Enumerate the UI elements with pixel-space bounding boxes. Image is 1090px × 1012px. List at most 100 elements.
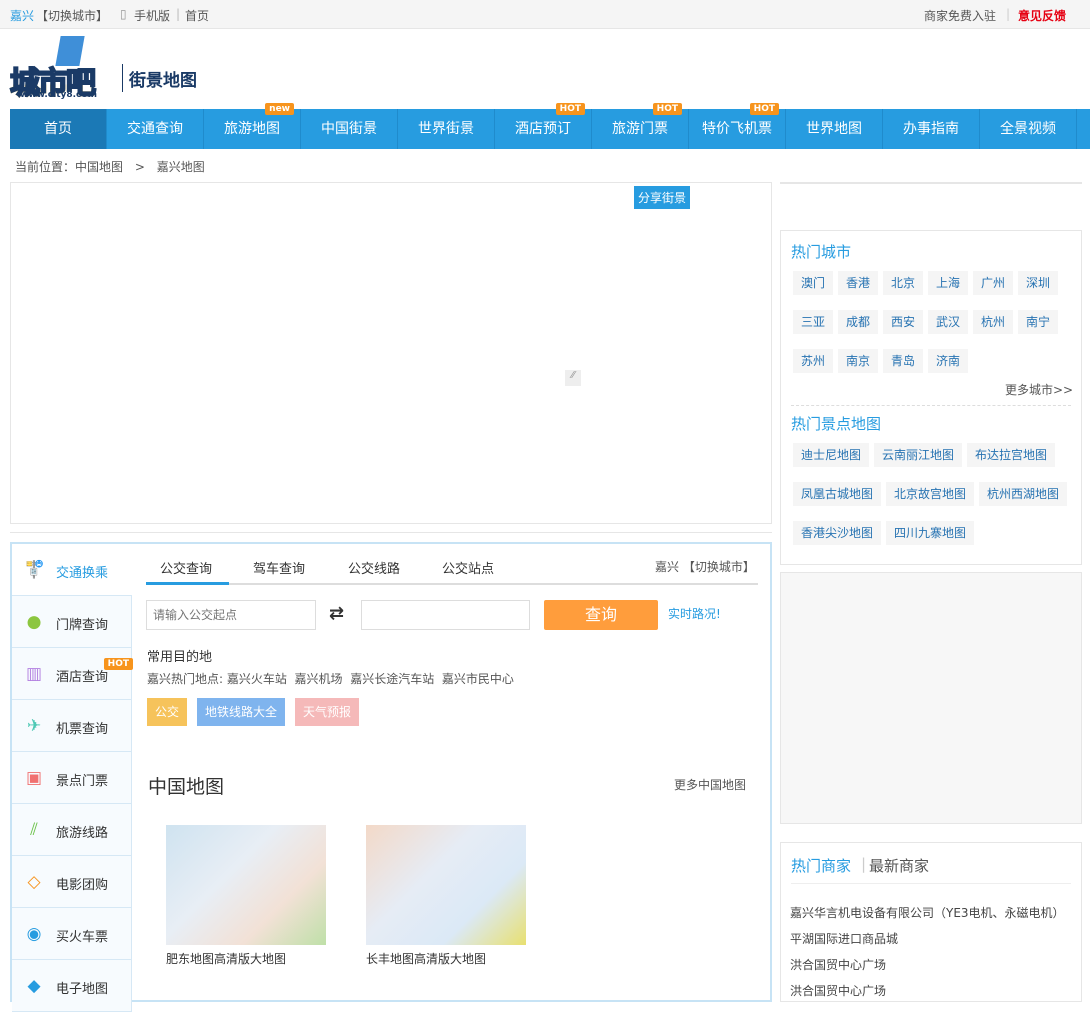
nav-item[interactable]: 旅游地图 new: [204, 103, 301, 149]
side-item[interactable]: ◉ 买火车票: [12, 908, 132, 960]
divider: |: [861, 855, 867, 873]
panel-city-switch[interactable]: 嘉兴 【切换城市】: [655, 558, 755, 575]
hot-city-link[interactable]: 深圳: [1018, 271, 1059, 295]
side-item[interactable]: ✈ 机票查询: [12, 700, 132, 752]
hot-merchants-tab[interactable]: 热门商家: [791, 855, 851, 876]
resize-handle-icon[interactable]: ⁄⁄: [565, 370, 581, 386]
train-icon: ◉: [26, 924, 42, 944]
hot-city-link[interactable]: 上海: [928, 271, 969, 295]
side-item[interactable]: ◇ 电影团购: [12, 856, 132, 908]
hot-spot-link[interactable]: 迪士尼地图: [793, 443, 870, 467]
map-thumbnail-caption[interactable]: 肥东地图高清版大地图: [166, 950, 286, 967]
nav-item[interactable]: 全景视频: [980, 109, 1077, 149]
map-thumbnail[interactable]: [366, 825, 526, 945]
hot-city-link[interactable]: 杭州: [973, 310, 1014, 334]
street-view-map[interactable]: [10, 182, 772, 524]
hot-spot-link[interactable]: 云南丽江地图: [874, 443, 963, 467]
side-item-label: 酒店查询: [56, 670, 109, 685]
breadcrumb-china[interactable]: 中国地图: [75, 160, 123, 174]
hot-spot-link[interactable]: 凤凰古城地图: [793, 482, 882, 506]
side-item[interactable]: 🚏 交通换乘: [12, 544, 132, 596]
bus-quick-button[interactable]: 公交: [147, 698, 188, 726]
share-streetview-button[interactable]: 分享街景: [634, 186, 691, 209]
bus-start-input[interactable]: [146, 600, 316, 630]
hot-spot-link[interactable]: 四川九寨地图: [886, 521, 975, 545]
panel-city: 嘉兴: [655, 560, 680, 574]
side-item[interactable]: ▣ 景点门票: [12, 752, 132, 804]
current-city[interactable]: 嘉兴: [10, 7, 34, 24]
map-thumbnail-caption[interactable]: 长丰地图高清版大地图: [366, 950, 486, 967]
hot-place-link[interactable]: 嘉兴机场: [295, 672, 343, 686]
ad-panel: [780, 572, 1082, 824]
query-tab[interactable]: 驾车查询: [253, 558, 305, 577]
hot-city-link[interactable]: 澳门: [793, 271, 834, 295]
query-tab[interactable]: 公交站点: [442, 558, 494, 577]
hot-city-link[interactable]: 武汉: [928, 310, 969, 334]
new-merchants-tab[interactable]: 最新商家: [869, 855, 929, 876]
hot-city-link[interactable]: 南京: [838, 349, 879, 373]
hot-city-link[interactable]: 北京: [883, 271, 924, 295]
query-button[interactable]: 查询: [544, 600, 658, 630]
divider: [780, 182, 1082, 184]
map-thumbnail[interactable]: [166, 825, 326, 945]
tab-underline: [146, 583, 758, 585]
hot-city-link[interactable]: 西安: [883, 310, 924, 334]
side-item[interactable]: ▥ 酒店查询 HOT: [12, 648, 133, 700]
nav-item[interactable]: 办事指南: [883, 109, 980, 149]
nav-item[interactable]: 交通查询: [107, 109, 204, 149]
nav-item[interactable]: 世界地图: [786, 109, 883, 149]
divider: [10, 532, 772, 533]
hot-city-link[interactable]: 苏州: [793, 349, 834, 373]
plane-icon: ✈: [26, 716, 42, 736]
side-item-label: 电影团购: [56, 878, 109, 893]
hot-city-link[interactable]: 三亚: [793, 310, 834, 334]
side-item[interactable]: ◆ 电子地图: [12, 960, 132, 1012]
hot-spot-link[interactable]: 杭州西湖地图: [979, 482, 1068, 506]
panel-switch-link[interactable]: 【切换城市】: [683, 560, 755, 574]
weather-quick-button[interactable]: 天气预报: [295, 698, 360, 726]
nav-item[interactable]: 中国街景: [301, 109, 398, 149]
hot-spot-link[interactable]: 香港尖沙地图: [793, 521, 882, 545]
hot-city-link[interactable]: 南宁: [1018, 310, 1059, 334]
hot-city-link[interactable]: 广州: [973, 271, 1014, 295]
hot-city-link[interactable]: 济南: [928, 349, 969, 373]
site-logo[interactable]: 城市吧 www.city8.com: [9, 36, 118, 102]
nav-item[interactable]: 特价飞机票 HOT: [689, 103, 786, 149]
nav-item[interactable]: 酒店预订 HOT: [495, 103, 592, 149]
nav-item[interactable]: 旅游门票 HOT: [592, 103, 689, 149]
ticket-icon: ▣: [25, 768, 43, 788]
hot-spot-link[interactable]: 布达拉宫地图: [967, 443, 1056, 467]
mobile-link[interactable]: 手机版: [134, 7, 170, 24]
realtime-traffic-link[interactable]: 实时路况!: [668, 605, 721, 622]
nav-badge: HOT: [652, 103, 682, 115]
hot-place-link[interactable]: 嘉兴长途汽车站: [350, 672, 434, 686]
subway-quick-button[interactable]: 地铁线路大全: [197, 698, 286, 726]
side-item[interactable]: ● 门牌查询: [12, 596, 132, 648]
merchant-link[interactable]: 嘉兴华言机电设备有限公司（YE3电机、永磁电机）: [790, 904, 1065, 921]
hot-city-link[interactable]: 青岛: [883, 349, 924, 373]
hot-place-link[interactable]: 嘉兴火车站: [227, 672, 287, 686]
hot-city-link[interactable]: 成都: [838, 310, 879, 334]
more-china-maps-link[interactable]: 更多中国地图: [674, 776, 746, 793]
nav-item-label: 交通查询: [127, 121, 183, 137]
merchant-join-link[interactable]: 商家免费入驻: [924, 7, 996, 24]
china-map-title: 中国地图: [148, 776, 225, 798]
feedback-link[interactable]: 意见反馈: [1018, 7, 1066, 24]
side-item[interactable]: ⫽ 旅游线路: [12, 804, 132, 856]
merchant-link[interactable]: 洪合国贸中心广场: [790, 956, 886, 973]
nav-item[interactable]: 首页: [10, 109, 107, 149]
nav-item[interactable]: 世界街景: [398, 109, 495, 149]
hot-city-link[interactable]: 香港: [838, 271, 879, 295]
home-link[interactable]: 首页: [185, 7, 209, 24]
query-tab[interactable]: 公交线路: [348, 558, 400, 577]
hot-place-link[interactable]: 嘉兴市民中心: [442, 672, 514, 686]
switch-city-link[interactable]: 【切换城市】: [36, 7, 108, 24]
query-tab[interactable]: 公交查询: [160, 558, 212, 577]
bus-end-input[interactable]: [361, 600, 530, 630]
hot-spot-link[interactable]: 北京故宫地图: [886, 482, 975, 506]
swap-icon[interactable]: ⇄: [329, 603, 344, 624]
breadcrumb-jiaxing[interactable]: 嘉兴地图: [157, 160, 205, 174]
main-nav: 首页 交通查询 旅游地图 new 中国街景 世界街景 酒店预订 HOT 旅游门票 HOT 特价飞机票…: [10, 103, 1090, 149]
merchant-link[interactable]: 平湖国际进口商品城: [790, 930, 898, 947]
more-cities-link[interactable]: 更多城市>>: [1005, 381, 1073, 398]
